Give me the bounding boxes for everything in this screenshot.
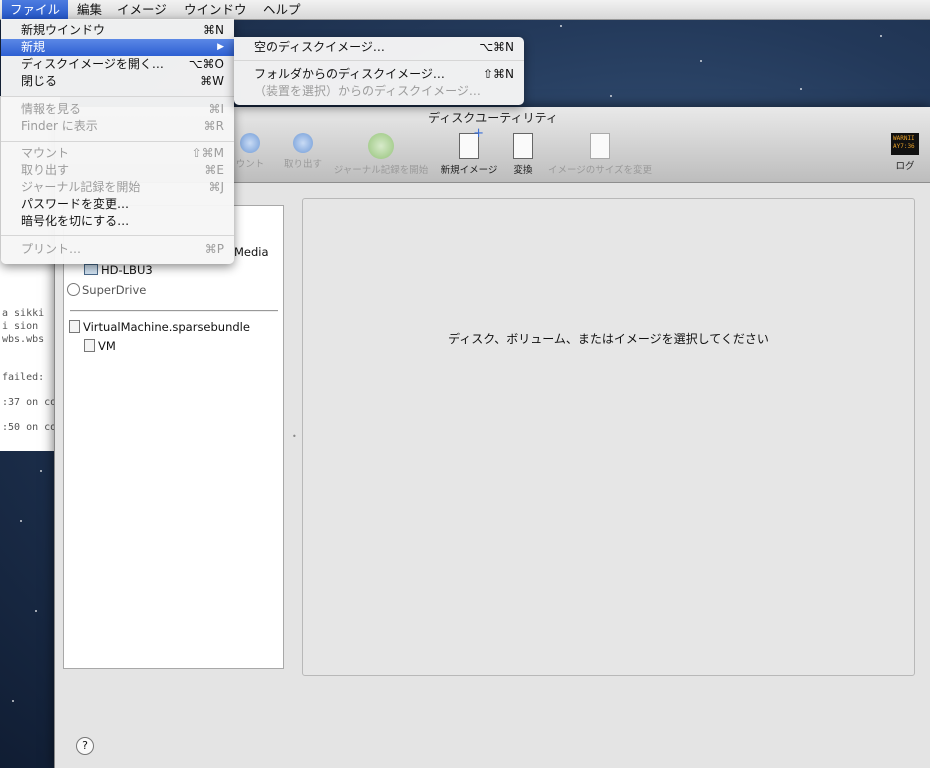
terminal-line: a sikki — [2, 308, 45, 319]
toolbar-convert-button[interactable]: 変換 — [508, 133, 538, 176]
sidebar-item-label: HD-LBU3 — [101, 263, 153, 277]
help-button[interactable]: ? — [76, 737, 94, 755]
toolbar-label: イメージのサイズを変更 — [547, 165, 653, 176]
convert-icon — [513, 133, 533, 159]
menu-item-change-password[interactable]: パスワードを変更… — [1, 196, 234, 213]
menu-item-show-in-finder[interactable]: Finder に表示 ⌘R — [1, 118, 234, 135]
menu-image[interactable]: イメージ — [109, 0, 175, 19]
menu-item-image-from-folder[interactable]: フォルダからのディスクイメージ… ⇧⌘N — [234, 66, 524, 83]
optical-drive-icon — [67, 283, 80, 296]
menu-item-mount[interactable]: マウント ⇧⌘M — [1, 145, 234, 162]
file-menu: 新規ウインドウ ⌘N 新規 ▶ ディスクイメージを開く… ⌥⌘O 閉じる ⌘W 情報を見… — [1, 19, 234, 264]
mount-icon — [240, 133, 260, 153]
menu-item-new[interactable]: 新規 ▶ — [1, 39, 234, 56]
toolbar-journaling-button[interactable]: ジャーナル記録を開始 — [329, 133, 433, 176]
menu-divider — [1, 141, 234, 142]
menu-item-new-window[interactable]: 新規ウインドウ ⌘N — [1, 22, 234, 39]
submenu-arrow-icon: ▶ — [217, 42, 224, 52]
menu-edit[interactable]: 編集 — [69, 0, 110, 19]
menu-item-image-from-device[interactable]: （装置を選択）からのディスクイメージ… — [234, 83, 524, 100]
menu-window[interactable]: ウインドウ — [176, 0, 255, 19]
resize-image-icon — [590, 133, 610, 159]
menu-help[interactable]: ヘルプ — [255, 0, 309, 19]
sidebar-item-hd-lbu3[interactable]: HD-LBU3 — [84, 263, 153, 277]
toolbar-label: 取り出す — [283, 159, 322, 170]
menu-divider — [1, 96, 234, 97]
menu-item-turn-off-encryption[interactable]: 暗号化を切にする… — [1, 213, 234, 230]
log-icon-text: WARNII — [893, 135, 915, 142]
toolbar-label: 変換 — [513, 165, 533, 176]
detail-pane: ディスク、ボリューム、またはイメージを選択してください — [302, 198, 915, 676]
menu-item-get-info[interactable]: 情報を見る ⌘I — [1, 101, 234, 118]
terminal-line: failed: — [2, 372, 45, 383]
log-icon-text: AY7:36 — [893, 143, 915, 150]
menu-bar: ファイル 編集 イメージ ウインドウ ヘルプ — [0, 0, 930, 20]
volume-icon — [84, 339, 95, 352]
disk-sidebar[interactable]: Media HD-LBU3 SuperDrive VirtualMachine.… — [63, 205, 284, 669]
split-view-handle[interactable]: • — [292, 432, 297, 441]
sidebar-item-label: VM — [98, 339, 116, 353]
menu-item-print[interactable]: プリント… ⌘P — [1, 241, 234, 258]
toolbar-label: ログ — [895, 161, 915, 172]
menu-item-close[interactable]: 閉じる ⌘W — [1, 73, 234, 90]
sidebar-item-label: SuperDrive — [82, 283, 147, 297]
terminal-line: i sion — [2, 321, 39, 332]
menu-item-blank-disk-image[interactable]: 空のディスクイメージ… ⌥⌘N — [234, 39, 524, 56]
toolbar-label: ジャーナル記録を開始 — [333, 165, 429, 176]
sidebar-item-superdrive[interactable]: SuperDrive — [67, 283, 146, 297]
sidebar-item-vm[interactable]: VM — [84, 339, 116, 353]
toolbar-label: ウント — [235, 159, 265, 170]
log-icon: WARNII AY7:36 — [891, 133, 919, 155]
menu-item-eject[interactable]: 取り出す ⌘E — [1, 162, 234, 179]
new-submenu: 空のディスクイメージ… ⌥⌘N フォルダからのディスクイメージ… ⇧⌘N （装置を選… — [234, 37, 524, 105]
menu-item-open-disk-image[interactable]: ディスクイメージを開く… ⌥⌘O — [1, 56, 234, 73]
toolbar-log-button[interactable]: WARNII AY7:36 ログ — [888, 133, 922, 172]
toolbar-new-image-button[interactable]: + 新規イメージ — [436, 126, 502, 176]
terminal-line: :37 on co — [2, 397, 57, 408]
sidebar-separator — [70, 310, 278, 312]
disk-image-icon — [69, 320, 80, 333]
menu-item-enable-journaling[interactable]: ジャーナル記録を開始 ⌘J — [1, 179, 234, 196]
terminal-line: :50 on co — [2, 422, 57, 433]
terminal-line: wbs.wbs — [2, 334, 45, 345]
menu-divider — [1, 235, 234, 236]
hard-disk-icon — [84, 264, 98, 275]
sidebar-item-media[interactable]: Media — [234, 245, 269, 259]
select-disk-hint: ディスク、ボリューム、またはイメージを選択してください — [448, 332, 769, 346]
toolbar-resize-image-button[interactable]: イメージのサイズを変更 — [543, 133, 657, 176]
sidebar-item-sparsebundle[interactable]: VirtualMachine.sparsebundle — [69, 320, 250, 334]
toolbar-eject-button[interactable]: 取り出す — [277, 133, 329, 170]
journal-icon — [368, 133, 394, 159]
new-image-icon: + — [459, 126, 484, 159]
toolbar-label: 新規イメージ — [440, 165, 498, 176]
menu-file[interactable]: ファイル — [2, 0, 69, 19]
eject-icon — [293, 133, 313, 153]
sidebar-item-label: VirtualMachine.sparsebundle — [83, 320, 250, 334]
menu-divider — [234, 60, 524, 61]
